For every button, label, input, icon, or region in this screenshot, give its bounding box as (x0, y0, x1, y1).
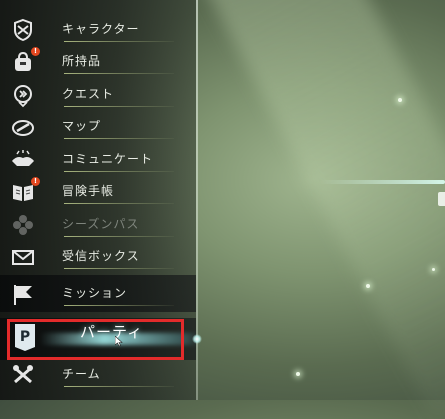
menu-divider-node (192, 334, 202, 344)
envelope-icon (6, 241, 40, 272)
compass-icon (6, 111, 40, 142)
menu-underline (64, 41, 174, 42)
team-crossed-icon (6, 359, 40, 390)
highlight-box (7, 319, 184, 360)
menu-item-label: マップ (62, 118, 102, 133)
menu-item-inbox[interactable]: 受信ボックス (0, 241, 196, 272)
background-light-ray (190, 0, 445, 419)
menu-item-label: チーム (62, 366, 101, 381)
sparkle (366, 284, 370, 288)
menu-item-label: キャラクター (62, 21, 140, 36)
flag-icon (6, 278, 40, 309)
season-pass-icon (6, 209, 40, 240)
quest-scroll-icon (6, 79, 40, 110)
background-light-streak (320, 180, 445, 184)
menu-underline (64, 106, 174, 107)
menu-item-inventory[interactable]: ! 所持品 (0, 46, 196, 77)
menu-item-map[interactable]: マップ (0, 111, 196, 142)
bag-icon: ! (6, 46, 40, 77)
menu-underline (64, 268, 174, 269)
menu-item-team[interactable]: チーム (0, 359, 196, 390)
sparkle (398, 98, 402, 102)
menu-item-label: コミュニケート (62, 151, 154, 166)
book-icon: ! (6, 176, 40, 207)
character-shield-icon (6, 14, 40, 45)
menu-underline (64, 73, 174, 74)
notification-badge: ! (31, 47, 40, 56)
handshake-icon (6, 144, 40, 175)
menu-item-communicate[interactable]: コミュニケート (0, 144, 196, 175)
menu-item-label: クエスト (62, 86, 115, 101)
menu-item-label: ミッション (62, 285, 128, 300)
sparkle (432, 268, 435, 271)
menu-item-label: シーズンパス (62, 216, 140, 231)
menu-underline (64, 386, 174, 387)
menu-item-quest[interactable]: クエスト (0, 79, 196, 110)
sparkle (296, 372, 300, 376)
panel-edge-marker (438, 192, 445, 206)
menu-item-mission[interactable]: ミッション (0, 278, 196, 309)
menu-item-label: 受信ボックス (62, 248, 140, 263)
menu-underline (64, 171, 174, 172)
menu-underline (64, 138, 174, 139)
menu-item-season-pass: シーズンパス (0, 209, 196, 240)
menu-item-label: 所持品 (62, 53, 102, 68)
menu-item-adventure-notebook[interactable]: ! 冒険手帳 (0, 176, 196, 207)
menu-underline (64, 305, 174, 306)
menu-item-label: 冒険手帳 (62, 183, 115, 198)
notification-badge: ! (31, 177, 40, 186)
menu-item-character[interactable]: キャラクター (0, 14, 196, 45)
menu-underline (64, 236, 174, 237)
menu-underline (64, 203, 174, 204)
